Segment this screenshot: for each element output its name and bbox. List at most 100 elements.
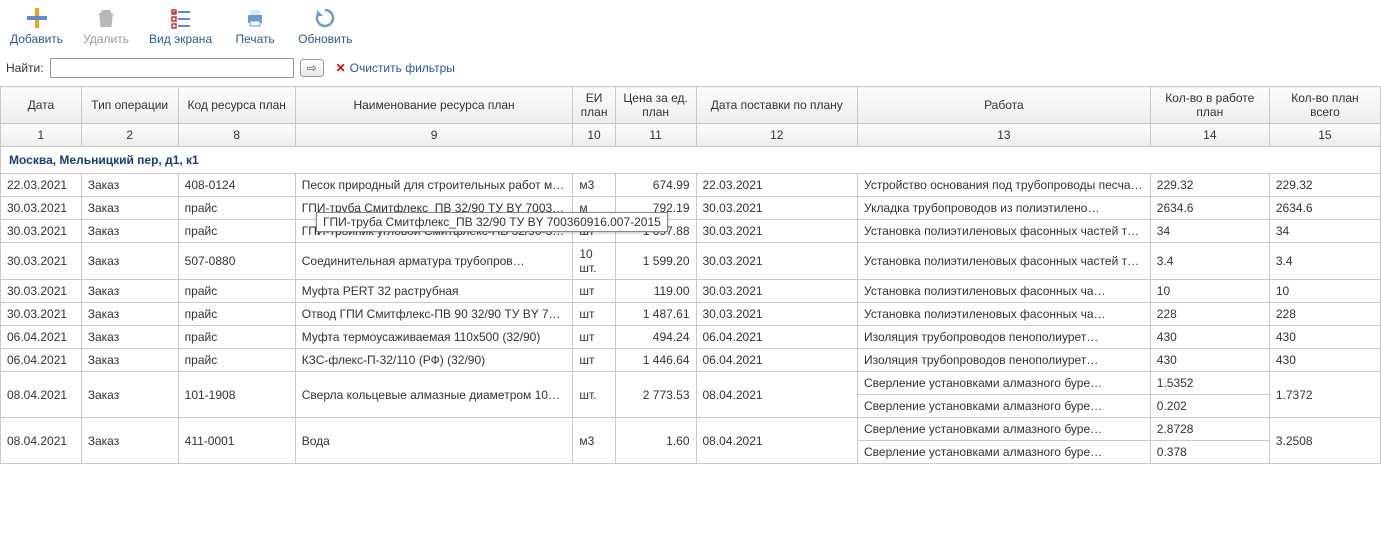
- cell-deliv: 30.03.2021: [696, 303, 858, 326]
- cell-qwork: 0.378: [1150, 441, 1269, 464]
- cell-op: Заказ: [81, 326, 178, 349]
- delete-button: Удалить: [81, 6, 131, 46]
- cell-unit: м3: [573, 174, 615, 197]
- view-button[interactable]: Вид экрана: [149, 6, 212, 46]
- cell-qplan: 430: [1269, 326, 1380, 349]
- cell-code: прайс: [178, 326, 295, 349]
- cell-code: прайс: [178, 303, 295, 326]
- table-row[interactable]: 30.03.2021ЗаказпрайсОтвод ГПИ Смитфлекс-…: [1, 303, 1381, 326]
- cell-deliv: 30.03.2021: [696, 243, 858, 280]
- col-price[interactable]: Цена за ед. план: [615, 87, 696, 124]
- cell-op: Заказ: [81, 174, 178, 197]
- cell-date: 30.03.2021: [1, 303, 82, 326]
- table-row[interactable]: 30.03.2021ЗаказпрайсГПИ-труба Смитфлекс_…: [1, 197, 1381, 220]
- col-qwork[interactable]: Кол-во в работе план: [1150, 87, 1269, 124]
- cell-op: Заказ: [81, 418, 178, 464]
- cell-price: 674.99: [615, 174, 696, 197]
- refresh-button[interactable]: Обновить: [298, 6, 352, 46]
- clear-filters-button[interactable]: ✕ Очистить фильтры: [336, 61, 455, 75]
- cell-deliv: 30.03.2021: [696, 220, 858, 243]
- cell-name: Отвод ГПИ Смитфлекс-ПВ 90 32/90 ТУ BY 70…: [295, 303, 573, 326]
- cell-unit: шт: [573, 349, 615, 372]
- cell-qplan: 430: [1269, 349, 1380, 372]
- cell-date: 30.03.2021: [1, 197, 82, 220]
- cell-unit: 10 шт.: [573, 243, 615, 280]
- table-row[interactable]: 08.04.2021Заказ411-0001Водам31.6008.04.2…: [1, 418, 1381, 441]
- cell-op: Заказ: [81, 197, 178, 220]
- search-go-button[interactable]: ⇨: [300, 59, 324, 77]
- cell-op: Заказ: [81, 349, 178, 372]
- cell-work: Сверление установками алмазного буре…: [858, 441, 1151, 464]
- cell-qwork: 229.32: [1150, 174, 1269, 197]
- cell-code: прайс: [178, 280, 295, 303]
- column-number-row: 1 2 8 9 10 11 12 13 14 15: [1, 124, 1381, 147]
- search-bar: Найти: ⇨ ✕ Очистить фильтры: [0, 48, 1381, 86]
- col-name[interactable]: Наименование ресурса план: [295, 87, 573, 124]
- cell-date: 06.04.2021: [1, 349, 82, 372]
- cell-name: Вода: [295, 418, 573, 464]
- cell-name: Муфта термоусаживаемая 110x500 (32/90): [295, 326, 573, 349]
- cell-date: 08.04.2021: [1, 372, 82, 418]
- cell-deliv: 30.03.2021: [696, 197, 858, 220]
- cell-qplan: 3.2508: [1269, 418, 1380, 464]
- cell-date: 22.03.2021: [1, 174, 82, 197]
- cell-code: 408-0124: [178, 174, 295, 197]
- cell-qwork: 2.8728: [1150, 418, 1269, 441]
- cell-work: Сверление установками алмазного буре…: [858, 372, 1151, 395]
- col-op[interactable]: Тип операции: [81, 87, 178, 124]
- cell-name: КЗС-флекс-П-32/110 (РФ) (32/90): [295, 349, 573, 372]
- col-deliv[interactable]: Дата поставки по плану: [696, 87, 858, 124]
- col-date[interactable]: Дата: [1, 87, 82, 124]
- table-row[interactable]: 06.04.2021ЗаказпрайсКЗС-флекс-П-32/110 (…: [1, 349, 1381, 372]
- cell-name: Песок природный для строительных работ м…: [295, 174, 573, 197]
- table-row[interactable]: 30.03.2021Заказ507-0880Соединительная ар…: [1, 243, 1381, 280]
- cell-work: Сверление установками алмазного буре…: [858, 418, 1151, 441]
- group-header-row[interactable]: Москва, Мельницкий пер, д1, к1: [1, 147, 1381, 174]
- cell-work: Установка полиэтиленовых фасонных ча…: [858, 280, 1151, 303]
- cell-qwork: 34: [1150, 220, 1269, 243]
- table-row[interactable]: 30.03.2021ЗаказпрайсГПИ-тройник угловой …: [1, 220, 1381, 243]
- cell-name: Соединительная арматура трубопров…: [295, 243, 573, 280]
- cell-deliv: 06.04.2021: [696, 326, 858, 349]
- table-row[interactable]: 30.03.2021ЗаказпрайсМуфта PERT 32 растру…: [1, 280, 1381, 303]
- cell-work: Установка полиэтиленовых фасонных ча…: [858, 303, 1151, 326]
- col-code[interactable]: Код ресурса план: [178, 87, 295, 124]
- close-icon: ✕: [336, 61, 346, 75]
- cell-unit: шт.: [573, 372, 615, 418]
- cell-deliv: 08.04.2021: [696, 372, 858, 418]
- view-label: Вид экрана: [149, 32, 212, 46]
- table-row[interactable]: 22.03.2021Заказ408-0124Песок природный д…: [1, 174, 1381, 197]
- add-icon: [25, 6, 49, 30]
- cell-qplan: 34: [1269, 220, 1380, 243]
- cell-price: 1 446.64: [615, 349, 696, 372]
- toolbar: Добавить Удалить Вид экрана Печать Обнов…: [0, 0, 1381, 48]
- cell-work: Изоляция трубопроводов пенополиурет…: [858, 326, 1151, 349]
- cell-price: 1 599.20: [615, 243, 696, 280]
- refresh-label: Обновить: [298, 32, 352, 46]
- search-input[interactable]: [50, 58, 294, 78]
- cell-code: 507-0880: [178, 243, 295, 280]
- cell-op: Заказ: [81, 220, 178, 243]
- cell-qplan: 229.32: [1269, 174, 1380, 197]
- cell-deliv: 22.03.2021: [696, 174, 858, 197]
- add-button[interactable]: Добавить: [10, 6, 63, 46]
- cell-qwork: 430: [1150, 349, 1269, 372]
- cell-qwork: 228: [1150, 303, 1269, 326]
- cell-qwork: 2634.6: [1150, 197, 1269, 220]
- cell-work: Установка полиэтиленовых фасонных частей…: [858, 243, 1151, 280]
- cell-code: 101-1908: [178, 372, 295, 418]
- table-row[interactable]: 08.04.2021Заказ101-1908Сверла кольцевые …: [1, 372, 1381, 395]
- col-work[interactable]: Работа: [858, 87, 1151, 124]
- refresh-icon: [313, 6, 337, 30]
- col-qplan[interactable]: Кол-во план всего: [1269, 87, 1380, 124]
- cell-code: прайс: [178, 197, 295, 220]
- table-row[interactable]: 06.04.2021 ЗаказпрайсМуфта термоусаживаем…: [1, 326, 1381, 349]
- cell-qplan: 10: [1269, 280, 1380, 303]
- cell-unit: шт: [573, 280, 615, 303]
- col-unit[interactable]: ЕИ план: [573, 87, 615, 124]
- cell-code: прайс: [178, 220, 295, 243]
- cell-price: 494.24: [615, 326, 696, 349]
- print-button[interactable]: Печать: [230, 6, 280, 46]
- cell-price: 1 487.61: [615, 303, 696, 326]
- cell-date: 30.03.2021: [1, 280, 82, 303]
